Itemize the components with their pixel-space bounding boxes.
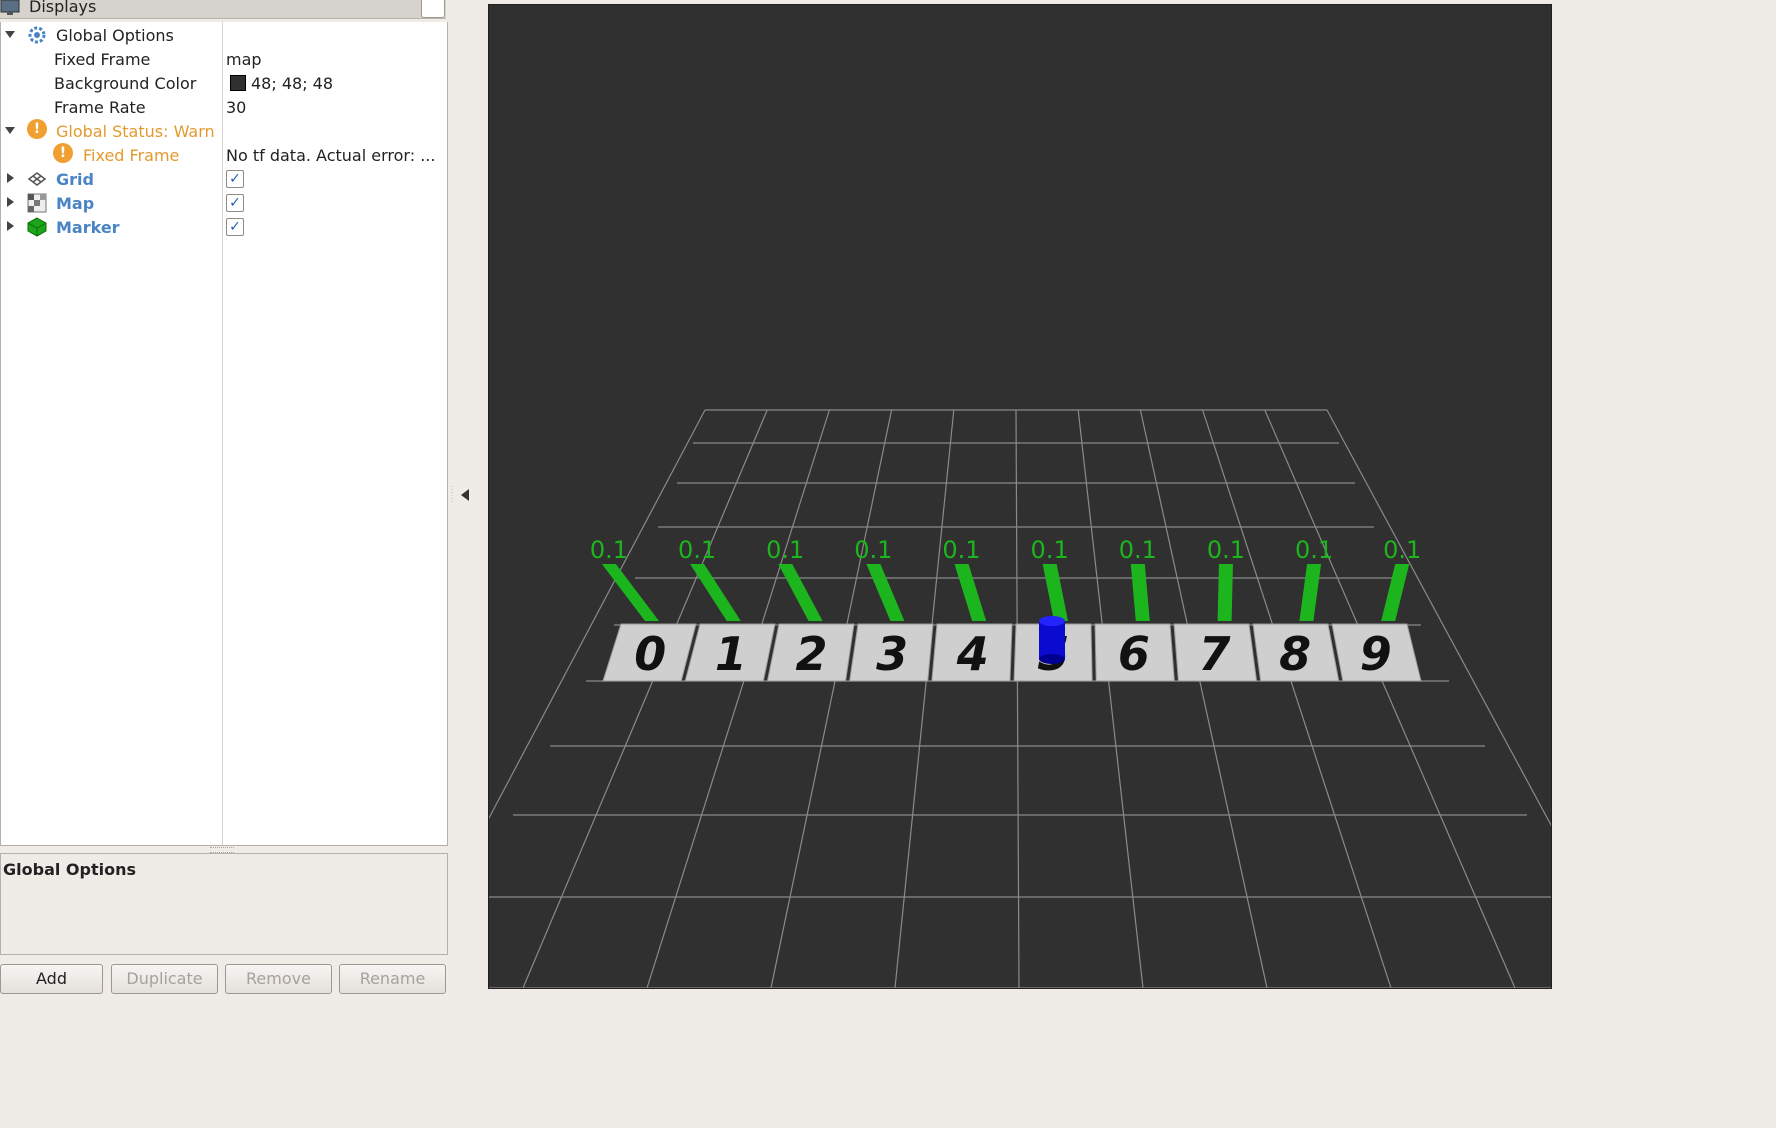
- marker-label: 0.1: [1207, 536, 1245, 564]
- collapse-arrow-icon[interactable]: [7, 197, 14, 207]
- digit-tile-label: 0: [634, 627, 666, 681]
- digit-tile-label: 2: [795, 627, 827, 681]
- displays-panel: Displays Global Options Fixed Frame map …: [0, 0, 448, 996]
- grid-line: [1202, 409, 1392, 989]
- tree-label-grid: Grid: [56, 170, 94, 189]
- digit-tile-label: 4: [956, 627, 989, 681]
- warning-icon: !: [27, 119, 47, 139]
- marker-label: 0.1: [590, 536, 628, 564]
- grid-enabled-checkbox[interactable]: ✓: [226, 170, 244, 188]
- marker-arrow: [690, 564, 741, 621]
- marker-arrow: [1217, 564, 1233, 621]
- digit-tile-label: 3: [876, 627, 908, 681]
- add-button[interactable]: Add: [0, 964, 103, 994]
- marker-arrow: [1042, 564, 1068, 621]
- description-title: Global Options: [3, 860, 137, 879]
- status-fixed-frame-message: No tf data. Actual error: ...: [226, 146, 436, 165]
- marker-enabled-checkbox[interactable]: ✓: [226, 218, 244, 236]
- grid-line: [522, 409, 768, 989]
- warning-icon: !: [53, 143, 73, 163]
- global-status-label: Global Status: Warn: [56, 122, 215, 141]
- tree-label-global-options: Global Options: [56, 26, 174, 45]
- expand-arrow-icon[interactable]: [5, 127, 15, 134]
- marker-arrow: [1299, 564, 1322, 621]
- marker-label: 0.1: [1383, 536, 1421, 564]
- tree-row-status-fixed-frame[interactable]: ! Fixed Frame No tf data. Actual error: …: [1, 143, 447, 167]
- panel-title: Displays: [29, 0, 97, 16]
- tree-row-global-options[interactable]: Global Options: [1, 23, 447, 47]
- marker-label: 0.1: [1031, 536, 1069, 564]
- grid-icon: [27, 172, 47, 186]
- description-box: Global Options: [0, 853, 448, 955]
- robot-top: [1039, 616, 1065, 626]
- robot-body: [1039, 621, 1065, 659]
- grid-line: [1264, 409, 1516, 989]
- fixed-frame-value[interactable]: map: [226, 50, 262, 69]
- tree-row-grid[interactable]: Grid ✓: [1, 167, 447, 191]
- tree-row-marker[interactable]: Marker ✓: [1, 215, 447, 239]
- grid-line: [646, 409, 830, 989]
- marker-cube-icon: [27, 217, 47, 237]
- collapse-arrow-icon[interactable]: [7, 221, 14, 231]
- panel-undock-button[interactable]: [421, 0, 445, 18]
- digit-tile-label: 8: [1279, 627, 1311, 681]
- monitor-icon: [0, 0, 20, 15]
- map-icon: [27, 193, 47, 213]
- marker-label: 0.1: [1119, 536, 1157, 564]
- duplicate-button[interactable]: Duplicate: [111, 964, 218, 994]
- frame-rate-value[interactable]: 30: [226, 98, 246, 117]
- marker-arrow: [1130, 564, 1150, 621]
- collapse-arrow-icon[interactable]: [7, 173, 14, 183]
- marker-arrow: [954, 564, 987, 621]
- expand-arrow-icon[interactable]: [5, 31, 15, 38]
- status-fixed-frame-label: Fixed Frame: [83, 146, 180, 165]
- collapse-panel-left-icon[interactable]: [450, 480, 480, 510]
- fixed-frame-label: Fixed Frame: [54, 50, 151, 69]
- background-color-value[interactable]: 48; 48; 48: [251, 74, 333, 93]
- panel-title-bar: Displays: [0, 0, 446, 19]
- displays-tree[interactable]: Global Options Fixed Frame map Backgroun…: [0, 22, 448, 846]
- digit-tiles: 0123456789: [602, 623, 1422, 682]
- tree-label-marker: Marker: [56, 218, 120, 237]
- marker-label: 0.1: [942, 536, 980, 564]
- remove-button[interactable]: Remove: [225, 964, 332, 994]
- tree-row-map[interactable]: Map ✓: [1, 191, 447, 215]
- marker-label: 0.1: [766, 536, 804, 564]
- marker-arrow: [1381, 564, 1410, 621]
- rename-button[interactable]: Rename: [339, 964, 446, 994]
- grid-line: [894, 409, 955, 989]
- background-color-label: Background Color: [54, 74, 197, 93]
- grid-line: [1139, 409, 1268, 989]
- color-swatch[interactable]: [230, 75, 246, 91]
- marker-label: 0.1: [678, 536, 716, 564]
- grid-line: [770, 409, 893, 989]
- gear-icon: [28, 26, 46, 44]
- grid-line: [1015, 409, 1020, 989]
- ground-grid: [398, 409, 1640, 989]
- marker-arrow: [601, 564, 659, 621]
- digit-tile-label: 9: [1360, 627, 1392, 681]
- robot-bottom: [1039, 654, 1065, 664]
- scene-canvas[interactable]: 0123456789 0.1 0.1 0.1 0.1 0.1 0.1 0.1 0.1 0.1 0.…: [398, 5, 1640, 989]
- tree-row-fixed-frame[interactable]: Fixed Frame map: [1, 47, 447, 71]
- tree-row-global-status[interactable]: ! Global Status: Warn: [1, 119, 447, 143]
- marker-arrow: [778, 564, 823, 621]
- render-3d-view[interactable]: 0123456789 0.1 0.1 0.1 0.1 0.1 0.1 0.1 0.1 0.1 0.…: [398, 4, 1640, 989]
- robot-cylinder: [1039, 616, 1065, 664]
- digit-tile-label: 1: [715, 627, 747, 681]
- map-enabled-checkbox[interactable]: ✓: [226, 194, 244, 212]
- digit-tile-label: 7: [1198, 627, 1230, 681]
- tree-row-frame-rate[interactable]: Frame Rate 30: [1, 95, 447, 119]
- marker-arrow: [866, 564, 905, 621]
- tree-label-map: Map: [56, 194, 95, 213]
- digit-tile-label: 6: [1118, 627, 1150, 681]
- frame-rate-label: Frame Rate: [54, 98, 146, 117]
- marker-label: 0.1: [854, 536, 892, 564]
- grid-line: [398, 409, 706, 989]
- tree-row-background-color[interactable]: Background Color 48; 48; 48: [1, 71, 447, 95]
- marker-label: 0.1: [1295, 536, 1333, 564]
- grid-line: [1077, 409, 1144, 989]
- grid-line: [1326, 409, 1640, 989]
